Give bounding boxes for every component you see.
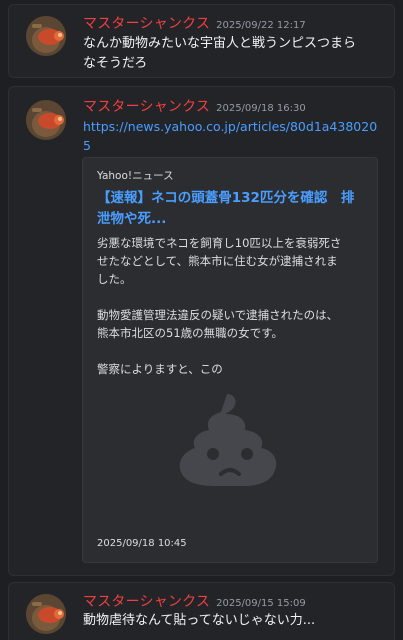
text-line: なそうだろ — [83, 56, 148, 71]
desc-line: した。 — [97, 272, 132, 286]
embed-title-line[interactable]: 泄物や死... — [97, 209, 367, 230]
desc-line: 熊本市北区の51歳の無職の女です。 — [97, 326, 283, 340]
avatar-image — [26, 100, 66, 140]
avatar[interactable] — [26, 594, 66, 634]
post-meta: マスターシャンクス 2025/09/18 16:30 — [83, 96, 306, 116]
embed-footer-timestamp: 2025/09/18 10:45 — [97, 538, 187, 549]
embed-title-line[interactable]: 【速報】ネコの頭蓋骨132匹分を確認 排 — [97, 188, 367, 209]
text-line: なんか動物みたいな宇宙人と戦うンピスつまら — [83, 36, 357, 51]
post-card: マスターシャンクス 2025/09/15 15:09 動物虐待なんて貼ってないじゃ… — [8, 582, 395, 640]
author-name[interactable]: マスターシャンクス — [83, 99, 210, 115]
avatar[interactable] — [26, 16, 66, 56]
avatar-image — [26, 16, 66, 56]
post-timestamp: 2025/09/15 15:09 — [216, 598, 306, 609]
avatar-image — [26, 594, 66, 634]
desc-line: 警察によりますと、この — [97, 362, 223, 376]
post-meta: マスターシャンクス 2025/09/22 12:17 — [83, 13, 306, 33]
desc-line: 劣悪な環境でネコを飼育し10匹以上を衰弱死さ — [97, 236, 342, 250]
author-name[interactable]: マスターシャンクス — [83, 594, 210, 610]
post-timestamp: 2025/09/18 16:30 — [216, 103, 306, 114]
text-line: 動物虐待なんて貼ってないじゃない力... — [83, 613, 316, 628]
embed-title[interactable]: 【速報】ネコの頭蓋骨132匹分を確認 排 泄物や死... — [97, 188, 367, 230]
desc-line: せたなどとして、熊本市に住む女が逮捕されま — [97, 254, 338, 268]
embed-description: 劣悪な環境でネコを飼育し10匹以上を衰弱死さ せたなどとして、熊本市に住む女が逮… — [97, 234, 369, 378]
embed-provider[interactable]: Yahoo!ニュース — [97, 168, 174, 183]
post-timestamp: 2025/09/22 12:17 — [216, 20, 306, 31]
post-card: マスターシャンクス 2025/09/22 12:17 なんか動物みたいな宇宙人と戦… — [8, 4, 395, 78]
poop-placeholder-icon — [175, 390, 285, 494]
author-name[interactable]: マスターシャンクス — [83, 16, 210, 32]
post-meta: マスターシャンクス 2025/09/15 15:09 — [83, 591, 306, 611]
avatar[interactable] — [26, 100, 66, 140]
link-embed: Yahoo!ニュース 【速報】ネコの頭蓋骨132匹分を確認 排 泄物や死... … — [82, 157, 378, 563]
post-text: なんか動物みたいな宇宙人と戦うンピスつまら なそうだろ — [83, 34, 383, 74]
post-text: 動物虐待なんて貼ってないじゃない力... — [83, 611, 383, 631]
desc-line: 動物愛護管理法違反の疑いで逮捕されたのは、 — [97, 308, 339, 322]
link-line[interactable]: https://news.yahoo.co.jp/articles/80d1a4… — [83, 117, 383, 155]
